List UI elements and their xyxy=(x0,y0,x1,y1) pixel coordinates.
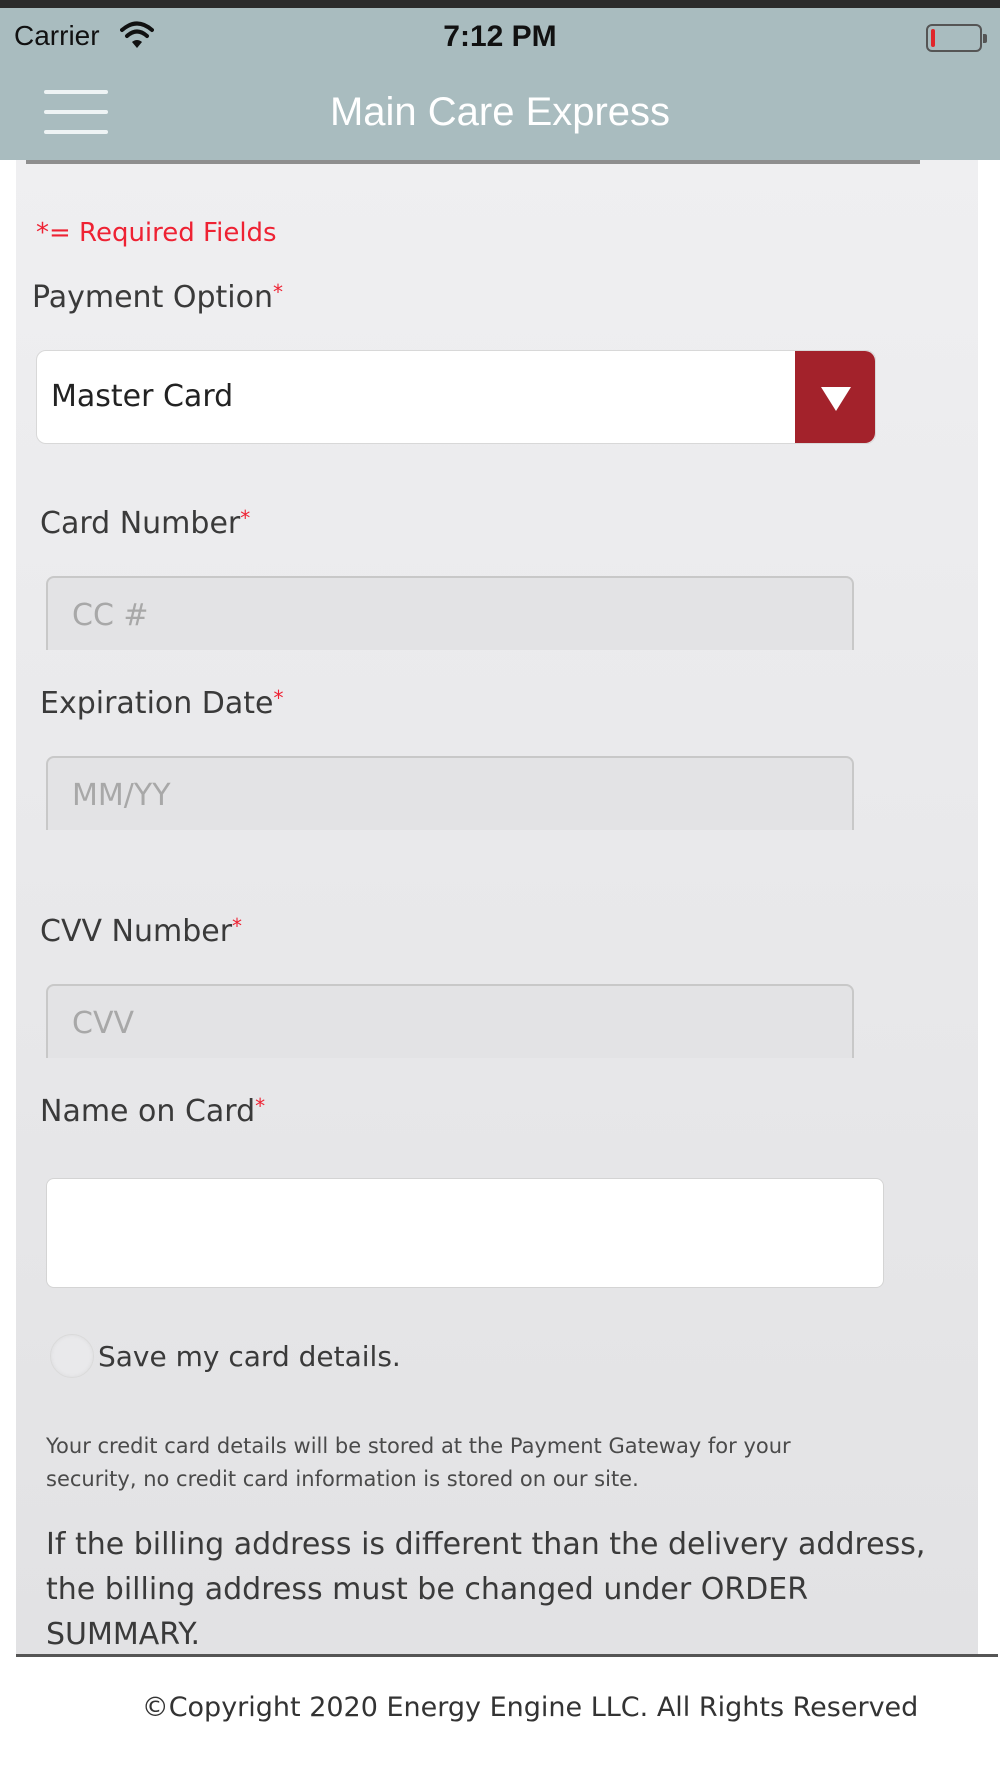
expiration-date-label-text: Expiration Date xyxy=(40,686,274,721)
save-card-checkbox[interactable] xyxy=(50,1334,94,1378)
payment-option-label-text: Payment Option xyxy=(32,280,273,315)
top-bar: Carrier 7:12 PM Main Care Express xyxy=(0,0,1000,160)
required-fields-note: *= Required Fields xyxy=(36,218,277,248)
expiration-date-placeholder: MM/YY xyxy=(72,778,171,813)
cvv-number-placeholder: CVV xyxy=(72,1006,134,1041)
save-card-label[interactable]: Save my card details. xyxy=(98,1340,401,1373)
payment-option-label: Payment Option* xyxy=(32,280,283,315)
card-number-placeholder: CC # xyxy=(72,598,149,633)
name-on-card-label-text: Name on Card xyxy=(40,1094,256,1129)
status-time: 7:12 PM xyxy=(443,20,557,53)
battery-level xyxy=(931,29,935,47)
required-marker: * xyxy=(240,506,251,530)
app-title: Main Care Express xyxy=(329,90,671,134)
name-on-card-input[interactable] xyxy=(46,1178,884,1288)
battery-low-icon xyxy=(926,24,987,52)
payment-option-value: Master Card xyxy=(51,379,234,414)
cvv-number-input[interactable]: CVV xyxy=(46,984,854,1058)
cvv-number-label: CVV Number* xyxy=(40,914,242,949)
app-screen: Carrier 7:12 PM Main Care Express *= Req… xyxy=(0,0,1000,1778)
footer-divider xyxy=(16,1654,998,1657)
billing-address-note: If the billing address is different than… xyxy=(46,1527,926,1652)
expiration-date-label: Expiration Date* xyxy=(40,686,284,721)
payment-form: *= Required Fields Payment Option* Maste… xyxy=(16,160,978,1654)
card-number-label-text: Card Number xyxy=(40,506,241,541)
copyright-footer: ©Copyright 2020 Energy Engine LLC. All R… xyxy=(141,1692,919,1723)
cvv-number-label-text: CVV Number xyxy=(40,914,233,949)
security-note: Your credit card details will be stored … xyxy=(46,1434,791,1491)
required-marker: * xyxy=(232,914,243,938)
card-number-label: Card Number* xyxy=(40,506,250,541)
name-on-card-label: Name on Card* xyxy=(40,1094,265,1129)
payment-option-select[interactable]: Master Card xyxy=(36,350,876,444)
required-marker: * xyxy=(273,686,284,710)
dropdown-arrow-icon[interactable] xyxy=(795,351,875,443)
card-number-input[interactable]: CC # xyxy=(46,576,854,650)
required-marker: * xyxy=(273,280,283,304)
divider xyxy=(26,160,920,164)
expiration-date-input[interactable]: MM/YY xyxy=(46,756,854,830)
required-marker: * xyxy=(255,1094,266,1118)
